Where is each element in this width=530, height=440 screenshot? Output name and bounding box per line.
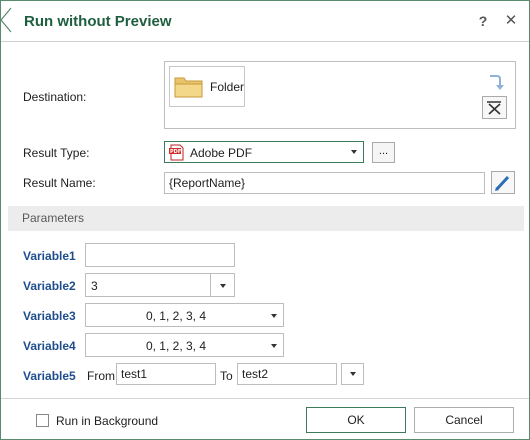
back-arrow-icon[interactable] xyxy=(0,7,13,33)
footer-separator xyxy=(1,398,529,399)
variable4-value: 0, 1, 2, 3, 4 xyxy=(145,339,207,353)
variable5-to-label: To xyxy=(220,369,233,383)
pdf-icon: PDF xyxy=(169,144,184,161)
parameters-title: Parameters xyxy=(22,211,85,225)
pencil-icon xyxy=(495,175,510,191)
variable3-label: Variable3 xyxy=(23,309,76,323)
edit-result-name-button[interactable] xyxy=(491,171,515,194)
variable3-select[interactable]: 0, 1, 2, 3, 4 xyxy=(85,303,284,327)
variable2-select[interactable]: 3 xyxy=(85,273,235,297)
help-button[interactable]: ? xyxy=(473,11,493,31)
title-separator xyxy=(1,41,529,42)
remove-destination-button[interactable] xyxy=(482,96,507,119)
close-button[interactable]: ✕ xyxy=(501,11,521,31)
clear-icon xyxy=(487,101,501,115)
variable1-label: Variable1 xyxy=(23,249,76,263)
move-down-arrow-icon[interactable] xyxy=(485,73,505,93)
variable2-value: 3 xyxy=(91,279,98,293)
folder-icon xyxy=(174,77,203,98)
variable5-from-input[interactable]: test1 xyxy=(116,363,216,385)
run-in-background-checkbox[interactable] xyxy=(36,414,49,427)
result-name-input[interactable]: {ReportName} xyxy=(164,172,485,194)
variable4-select[interactable]: 0, 1, 2, 3, 4 xyxy=(85,333,284,357)
result-type-select[interactable]: PDF Adobe PDF xyxy=(164,141,364,163)
result-type-label: Result Type: xyxy=(23,146,90,160)
chevron-down-icon xyxy=(350,372,356,376)
variable5-dropdown-button[interactable] xyxy=(341,363,364,385)
parameters-header: Parameters xyxy=(8,206,524,231)
variable5-label: Variable5 xyxy=(23,369,76,383)
svg-text:PDF: PDF xyxy=(170,149,181,155)
run-without-preview-dialog: Run without Preview ? ✕ Destination: Fol… xyxy=(0,0,530,440)
variable3-value: 0, 1, 2, 3, 4 xyxy=(145,309,207,323)
destination-folder-item[interactable]: Folder xyxy=(169,66,245,107)
result-name-label: Result Name: xyxy=(23,176,96,190)
chevron-down-icon xyxy=(271,344,277,348)
result-type-value: Adobe PDF xyxy=(190,146,253,160)
run-in-background-label: Run in Background xyxy=(56,414,159,428)
chevron-down-icon xyxy=(351,150,357,154)
variable5-to-input[interactable]: test2 xyxy=(237,363,337,385)
destination-folder-label: Folder xyxy=(210,80,245,94)
variable4-label: Variable4 xyxy=(23,339,76,353)
cancel-button[interactable]: Cancel xyxy=(414,407,514,433)
ok-button[interactable]: OK xyxy=(306,407,406,433)
variable5-from-label: From xyxy=(87,369,115,383)
dialog-title: Run without Preview xyxy=(24,13,172,30)
variable1-input[interactable] xyxy=(85,243,235,267)
chevron-down-icon[interactable] xyxy=(220,284,226,288)
title-bar: Run without Preview ? ✕ xyxy=(0,1,529,41)
chevron-down-icon xyxy=(271,314,277,318)
variable2-dropdown-divider xyxy=(210,274,211,296)
result-type-browse-button[interactable]: ... xyxy=(372,142,395,163)
destination-label: Destination: xyxy=(23,90,87,104)
variable2-label: Variable2 xyxy=(23,279,76,293)
